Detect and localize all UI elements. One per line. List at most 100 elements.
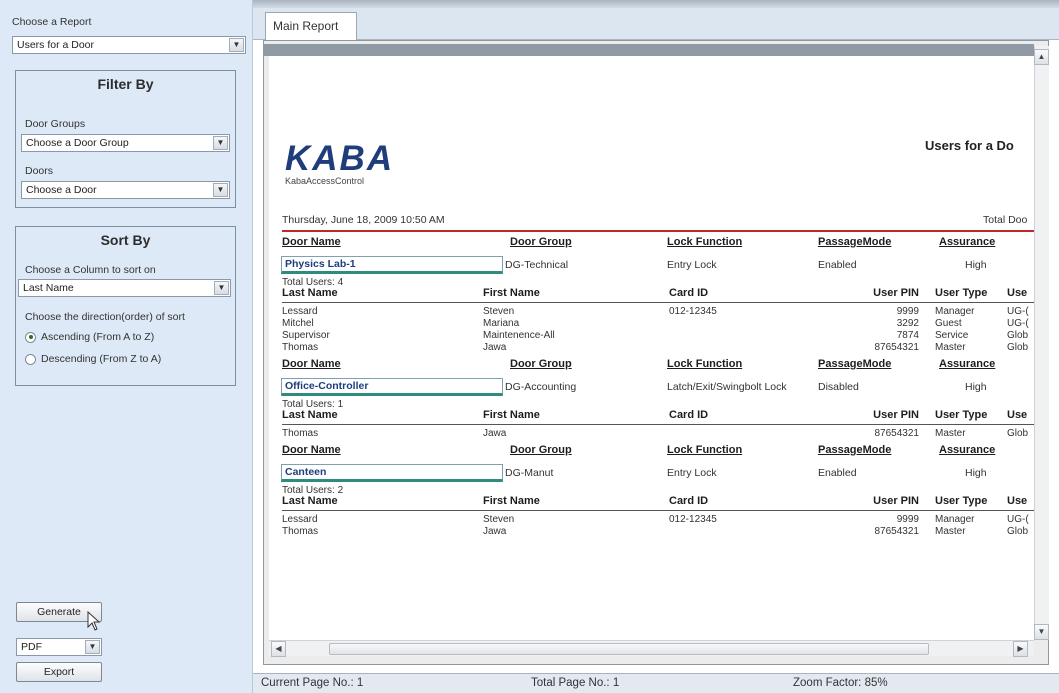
sort-column-label: Choose a Column to sort on — [25, 264, 156, 276]
passage-mode-value: Disabled — [818, 381, 859, 393]
user-card-id: 012-12345 — [669, 306, 717, 317]
door-group-value: DG-Manut — [505, 467, 554, 479]
header-door-name: Door Name — [282, 236, 341, 248]
sort-column-select[interactable]: Last Name ▼ — [18, 279, 231, 297]
mouse-pointer-icon — [87, 610, 101, 631]
door-name-box[interactable]: Office-Controller — [281, 378, 503, 396]
tab-strip: Main Report — [253, 8, 1059, 40]
assurance-value: High — [965, 467, 987, 479]
door-name-box[interactable]: Physics Lab-1 — [281, 256, 503, 274]
header-rule — [282, 302, 1034, 303]
user-first-name: Mariana — [483, 318, 520, 329]
user-last-name: Supervisor — [282, 330, 330, 341]
user-group: UG-( — [1007, 306, 1029, 317]
header-user-pin: User PIN — [873, 287, 919, 299]
header-lock-function: Lock Function — [667, 236, 743, 248]
doors-label: Doors — [25, 165, 54, 177]
report-select[interactable]: Users for a Door ▼ — [12, 36, 246, 54]
export-format-select[interactable]: PDF ▼ — [16, 638, 102, 656]
scroll-left-icon[interactable]: ◀ — [271, 641, 286, 657]
report-title: Users for a Do — [925, 138, 1014, 153]
user-type: Guest — [935, 318, 962, 329]
door-select[interactable]: Choose a Door ▼ — [21, 181, 230, 199]
door-group-value: DG-Accounting — [505, 381, 577, 393]
scroll-down-icon[interactable]: ▼ — [1034, 624, 1049, 640]
radio-unselected-icon[interactable] — [25, 353, 36, 365]
radio-selected-icon[interactable] — [25, 331, 36, 343]
user-type: Manager — [935, 514, 975, 525]
user-first-name: Maintenence-All — [483, 330, 555, 341]
descending-radio[interactable]: Descending (From Z to A) — [25, 353, 161, 365]
user-last-name: Lessard — [282, 514, 318, 525]
zoom-status: Zoom Factor: 85% — [793, 677, 888, 689]
user-last-name: Mitchel — [282, 318, 314, 329]
horizontal-scrollbar[interactable]: ◀ ▶ — [269, 640, 1034, 657]
horizontal-scroll-thumb[interactable] — [329, 643, 929, 655]
header-door-group: Door Group — [510, 444, 572, 456]
door-select-value: Choose a Door — [26, 184, 97, 196]
choose-report-label: Choose a Report — [12, 16, 92, 28]
user-pin: 87654321 — [874, 428, 920, 439]
header-last-name: Last Name — [282, 495, 338, 507]
sort-column-select-value: Last Name — [23, 282, 74, 294]
user-pin: 87654321 — [874, 342, 920, 353]
header-user-pin: User PIN — [873, 409, 919, 421]
chevron-down-icon[interactable]: ▼ — [213, 183, 228, 197]
user-last-name: Thomas — [282, 428, 319, 439]
descending-label: Descending (From Z to A) — [41, 353, 162, 365]
header-first-name: First Name — [483, 495, 540, 507]
user-last-name: Thomas — [282, 526, 319, 537]
chevron-down-icon[interactable]: ▼ — [214, 281, 229, 295]
user-first-name: Jawa — [483, 526, 507, 537]
header-use: Use — [1007, 495, 1028, 507]
kaba-logo: KABA KabaAccessControl — [285, 139, 395, 186]
header-passage-mode: PassageMode — [818, 444, 892, 456]
chevron-down-icon[interactable]: ▼ — [85, 640, 100, 654]
user-pin: 87654321 — [874, 526, 920, 537]
passage-mode-value: Enabled — [818, 259, 857, 271]
user-type: Master — [935, 342, 966, 353]
header-lock-function: Lock Function — [667, 444, 743, 456]
kaba-logo-text: KABA — [285, 139, 395, 178]
user-group: Glob — [1007, 330, 1029, 341]
header-rule — [282, 424, 1034, 425]
header-door-name: Door Name — [282, 444, 341, 456]
door-group-select-value: Choose a Door Group — [26, 137, 129, 149]
user-pin: 7874 — [896, 330, 919, 341]
scroll-up-icon[interactable]: ▲ — [1034, 49, 1049, 65]
header-assurance: Assurance — [939, 444, 996, 456]
lock-function-value: Latch/Exit/Swingbolt Lock — [667, 381, 787, 393]
header-assurance: Assurance — [939, 358, 996, 370]
lock-function-value: Entry Lock — [667, 259, 717, 271]
door-group-select[interactable]: Choose a Door Group ▼ — [21, 134, 230, 152]
door-name-box[interactable]: Canteen — [281, 464, 503, 482]
assurance-value: High — [965, 381, 987, 393]
export-button[interactable]: Export — [16, 662, 102, 682]
tab-main-report[interactable]: Main Report — [265, 12, 357, 40]
user-last-name: Lessard — [282, 306, 318, 317]
user-group: UG-( — [1007, 514, 1029, 525]
report-options-panel: Choose a Report Users for a Door ▼ Filte… — [0, 0, 253, 693]
user-pin: 9999 — [896, 514, 919, 525]
header-use: Use — [1007, 287, 1028, 299]
header-user-type: User Type — [935, 495, 988, 507]
door-group-value: DG-Technical — [505, 259, 569, 271]
header-last-name: Last Name — [282, 409, 338, 421]
ascending-radio[interactable]: Ascending (From A to Z) — [25, 331, 154, 343]
chevron-down-icon[interactable]: ▼ — [213, 136, 228, 150]
scroll-right-icon[interactable]: ▶ — [1013, 641, 1028, 657]
chevron-down-icon[interactable]: ▼ — [229, 38, 244, 52]
user-first-name: Jawa — [483, 342, 507, 353]
user-group: Glob — [1007, 526, 1029, 537]
sort-direction-label: Choose the direction(order) of sort — [25, 311, 185, 323]
status-bar: Current Page No.: 1 Total Page No.: 1 Zo… — [253, 673, 1059, 693]
header-user-type: User Type — [935, 287, 988, 299]
user-type: Manager — [935, 306, 975, 317]
user-card-id: 012-12345 — [669, 514, 717, 525]
vertical-scrollbar[interactable]: ▲ ▼ — [1034, 46, 1049, 640]
header-assurance: Assurance — [939, 236, 996, 248]
user-pin: 3292 — [896, 318, 919, 329]
user-type: Master — [935, 428, 966, 439]
filter-by-group: Filter By Door Groups Choose a Door Grou… — [15, 70, 236, 208]
report-page: KABA KabaAccessControl Users for a Do Th… — [269, 56, 1034, 640]
